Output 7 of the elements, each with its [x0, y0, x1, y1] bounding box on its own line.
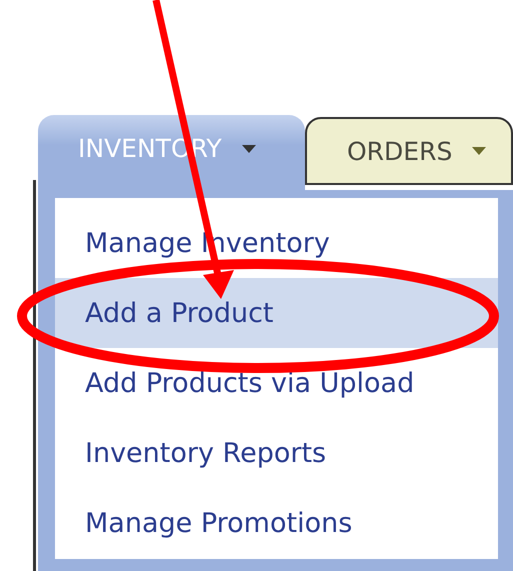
- caret-icon: [242, 144, 256, 152]
- menu-tab[interactable]: ORDERS: [305, 117, 513, 185]
- menu-item[interactable]: Manage Promotions: [55, 488, 498, 560]
- menu-item[interactable]: Inventory Reports: [55, 418, 498, 489]
- menu-item[interactable]: Add a Product: [55, 278, 498, 348]
- menu-item[interactable]: Add Products via Upload: [55, 348, 498, 419]
- caret-icon: [472, 147, 486, 155]
